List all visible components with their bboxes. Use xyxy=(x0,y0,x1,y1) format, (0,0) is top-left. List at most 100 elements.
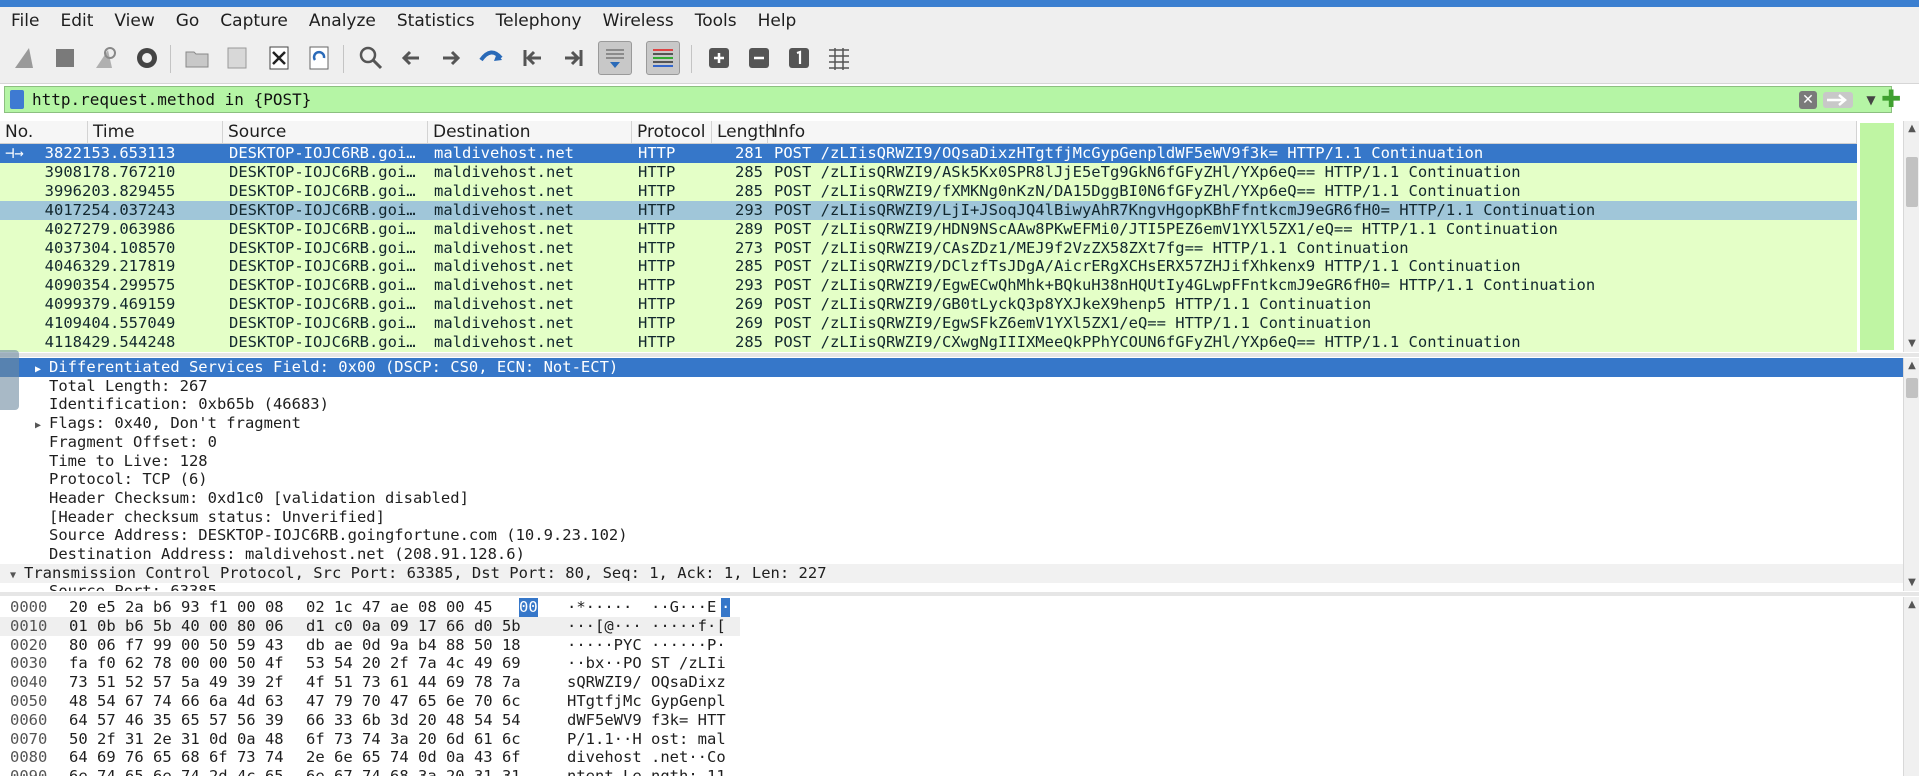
menu-tools[interactable]: Tools xyxy=(684,7,747,35)
go-back-icon[interactable] xyxy=(394,41,428,75)
colorize-icon[interactable] xyxy=(646,41,680,75)
detail-tree-item[interactable]: Destination Address: maldivehost.net (20… xyxy=(0,545,1903,564)
detail-tree-item[interactable]: Time to Live: 128 xyxy=(0,452,1903,471)
detail-tree-item[interactable]: Identification: 0xb65b (46683) xyxy=(0,395,1903,414)
detail-tree-item[interactable]: ▼ Transmission Control Protocol, Src Port… xyxy=(0,563,1903,583)
display-filter-input[interactable]: http.request.method in {POST} xyxy=(32,87,311,112)
display-filter-bar[interactable]: http.request.method in {POST} ✕ ▼ xyxy=(4,86,1892,113)
column-header-protocol[interactable]: Protocol xyxy=(632,121,712,143)
detail-tree-item[interactable]: ▶ Differentiated Services Field: 0x00 (DS… xyxy=(0,358,1903,377)
hex-hex1[interactable]: 6e 74 65 6e 74 2d 4c 65 xyxy=(69,767,284,776)
packet-row[interactable]: 4109 404.557049 DESKTOP-IOJC6RB.goi… maldiv… xyxy=(0,314,1857,334)
go-to-packet-icon[interactable] xyxy=(474,41,508,75)
hex-hex2[interactable]: db ae 0d 9a b4 88 50 18 xyxy=(306,636,521,655)
scroll-thumb[interactable] xyxy=(1906,378,1918,398)
column-header-length[interactable]: Length xyxy=(712,121,776,143)
hex-asc1[interactable]: dWF5eWV9 xyxy=(567,711,642,730)
menu-statistics[interactable]: Statistics xyxy=(386,7,485,35)
column-header-source[interactable]: Source xyxy=(223,121,428,143)
normal-size-icon[interactable] xyxy=(782,41,816,75)
details-scrollbar[interactable]: ▲ ▼ xyxy=(1903,358,1919,591)
packet-row[interactable]: 3908 178.767210 DESKTOP-IOJC6RB.goi… maldiv… xyxy=(0,162,1857,182)
packet-row[interactable]: 3996 203.829455 DESKTOP-IOJC6RB.goi… maldiv… xyxy=(0,181,1857,201)
packet-row[interactable]: 4090 354.299575 DESKTOP-IOJC6RB.goi… maldiv… xyxy=(0,276,1857,296)
packet-list-scrollbar[interactable]: ▲ ▼ xyxy=(1903,121,1919,352)
hex-hex2[interactable]: 53 54 20 2f 7a 4c 49 69 xyxy=(306,654,521,673)
last-packet-icon[interactable] xyxy=(556,41,590,75)
packet-row[interactable]: 4118 429.544248 DESKTOP-IOJC6RB.goi… maldiv… xyxy=(0,333,1857,352)
hex-asc2[interactable]: ngth: 11 xyxy=(651,767,726,776)
hex-hex1[interactable]: 01 0b b6 5b 40 00 80 06 xyxy=(69,617,284,636)
hex-asc2[interactable]: .net··Co xyxy=(651,748,726,767)
hex-hex1[interactable]: 64 69 76 65 68 6f 73 74 xyxy=(69,748,284,767)
open-file-icon[interactable] xyxy=(180,41,214,75)
detail-tree-item[interactable]: Fragment Offset: 0 xyxy=(0,433,1903,452)
go-forward-icon[interactable] xyxy=(434,41,468,75)
detail-tree-item[interactable]: Source Address: DESKTOP-IOJC6RB.goingfor… xyxy=(0,526,1903,545)
ascii-highlight[interactable]: · xyxy=(721,598,731,617)
column-header-no[interactable]: No. xyxy=(0,121,88,143)
menu-go[interactable]: Go xyxy=(165,7,210,35)
hex-asc1[interactable]: sQRWZI9/ xyxy=(567,673,642,692)
hex-hex2[interactable]: 2e 6e 65 74 0d 0a 43 6f xyxy=(306,748,521,767)
scroll-up-icon[interactable]: ▲ xyxy=(1904,123,1919,135)
hex-asc1[interactable]: ··bx··PO xyxy=(567,654,642,673)
hex-asc2[interactable]: ST /zLIi xyxy=(651,654,726,673)
hex-asc1[interactable]: P/1.1··H xyxy=(567,730,642,749)
hex-hex1[interactable]: 64 57 46 35 65 57 56 39 xyxy=(69,711,284,730)
hex-hex1[interactable]: 48 54 67 74 66 6a 4d 63 xyxy=(69,692,284,711)
menu-view[interactable]: View xyxy=(103,7,164,35)
zoom-out-icon[interactable] xyxy=(742,41,776,75)
column-header-destination[interactable]: Destination xyxy=(428,121,632,143)
hex-asc1[interactable]: ·*····· xyxy=(567,598,632,617)
menu-help[interactable]: Help xyxy=(747,7,807,35)
sidebar-toggle-handle[interactable] xyxy=(0,350,19,410)
hex-asc2[interactable]: ost: mal xyxy=(651,730,726,749)
filter-bookmark-icon[interactable] xyxy=(10,90,24,109)
packet-list-minimap[interactable] xyxy=(1857,121,1897,352)
hex-hex1[interactable]: fa f0 62 78 00 00 50 4f xyxy=(69,654,284,673)
pane-splitter[interactable] xyxy=(0,353,1919,357)
packet-row[interactable]: 4046 329.217819 DESKTOP-IOJC6RB.goi… maldiv… xyxy=(0,257,1857,277)
bytes-scrollbar[interactable]: ▲ xyxy=(1903,597,1919,776)
menu-edit[interactable]: Edit xyxy=(49,7,103,35)
menu-file[interactable]: File xyxy=(0,7,49,35)
hex-asc2[interactable]: ······P· xyxy=(651,636,726,655)
hex-asc2[interactable]: OQsaDixz xyxy=(651,673,726,692)
reload-icon[interactable] xyxy=(302,41,336,75)
hex-asc1[interactable]: divehost xyxy=(567,748,642,767)
hex-hex1[interactable]: 73 51 52 57 5a 49 39 2f xyxy=(69,673,284,692)
scroll-down-icon[interactable]: ▼ xyxy=(1904,338,1919,350)
hex-asc2[interactable]: GypGenpl xyxy=(651,692,726,711)
zoom-in-icon[interactable] xyxy=(702,41,736,75)
hex-asc1[interactable]: ···[@··· xyxy=(567,617,642,636)
hex-hex2[interactable]: 6e 67 74 68 3a 20 31 31 xyxy=(306,767,521,776)
menu-capture[interactable]: Capture xyxy=(209,7,298,35)
menu-wireless[interactable]: Wireless xyxy=(592,7,684,35)
autoscroll-icon[interactable] xyxy=(598,41,632,75)
hex-hex2[interactable]: d1 c0 0a 09 17 66 d0 5b xyxy=(306,617,521,636)
resize-columns-icon[interactable] xyxy=(822,41,856,75)
clear-filter-icon[interactable]: ✕ xyxy=(1799,91,1817,109)
scroll-up-icon[interactable]: ▲ xyxy=(1904,599,1919,611)
scroll-up-icon[interactable]: ▲ xyxy=(1904,360,1919,372)
restart-capture-icon[interactable] xyxy=(88,41,122,75)
first-packet-icon[interactable] xyxy=(516,41,550,75)
capture-options-icon[interactable] xyxy=(130,41,164,75)
filter-history-dropdown-icon[interactable]: ▼ xyxy=(1861,90,1881,110)
menu-analyze[interactable]: Analyze xyxy=(298,7,386,35)
stop-icon[interactable] xyxy=(48,41,82,75)
packet-row[interactable]: ⊣→ 3822 153.653113 DESKTOP-IOJC6RB.goi… mald… xyxy=(0,144,1857,163)
detail-tree-item[interactable]: [Header checksum status: Unverified] xyxy=(0,508,1903,527)
hex-hex2[interactable]: 6f 73 74 3a 20 6d 61 6c xyxy=(306,730,521,749)
apply-filter-icon[interactable] xyxy=(1823,92,1853,108)
hex-hex2[interactable]: 66 33 6b 3d 20 48 54 54 xyxy=(306,711,521,730)
close-file-icon[interactable] xyxy=(262,41,296,75)
packet-row[interactable]: 4099 379.469159 DESKTOP-IOJC6RB.goi… maldiv… xyxy=(0,295,1857,315)
hex-hex1[interactable]: 20 e5 2a b6 93 f1 00 08 xyxy=(69,598,284,617)
hex-hex2[interactable]: 02 1c 47 ae 08 00 45 xyxy=(306,598,493,617)
column-header-time[interactable]: Time xyxy=(88,121,223,143)
hex-hex2[interactable]: 47 79 70 47 65 6e 70 6c xyxy=(306,692,521,711)
menu-telephony[interactable]: Telephony xyxy=(485,7,592,35)
detail-tree-item[interactable]: Total Length: 267 xyxy=(0,377,1903,396)
